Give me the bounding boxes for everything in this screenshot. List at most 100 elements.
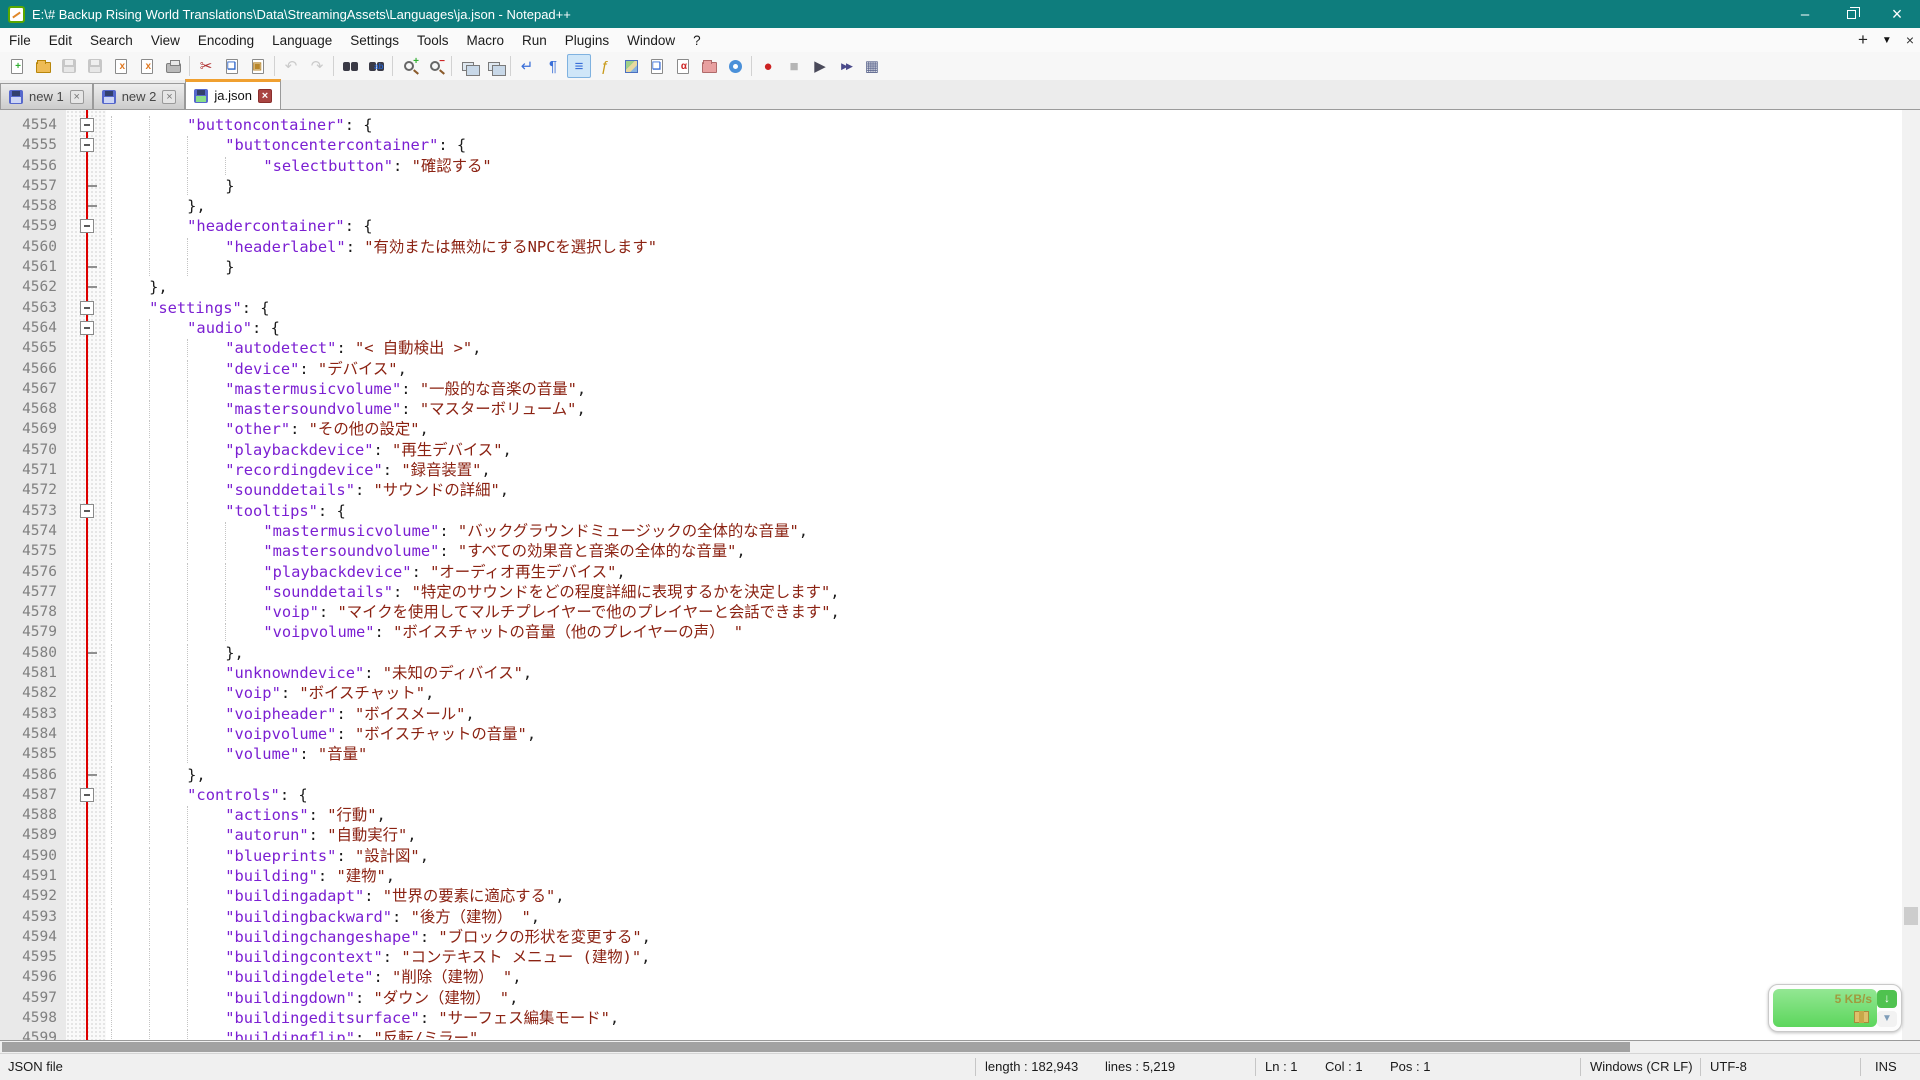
code-line[interactable]: } xyxy=(111,257,1902,277)
menu-view[interactable]: View xyxy=(142,28,189,52)
horizontal-scrollbar[interactable] xyxy=(0,1040,1920,1053)
menu-macro[interactable]: Macro xyxy=(458,28,514,52)
code-line[interactable]: "voipheader": "ボイスメール", xyxy=(111,704,1902,724)
menu-help[interactable]: ? xyxy=(684,28,710,52)
show-indent-guide-button[interactable]: ≡ xyxy=(567,54,591,78)
document-map-button[interactable] xyxy=(619,54,643,78)
open-file-button[interactable] xyxy=(31,54,55,78)
code-line[interactable]: "headerlabel": "有効または無効にするNPCを選択します" xyxy=(111,237,1902,257)
tab-close-icon[interactable]: × xyxy=(70,90,84,104)
menu-file[interactable]: File xyxy=(0,28,40,52)
code-line[interactable]: }, xyxy=(111,765,1902,785)
code-line[interactable]: "buttoncentercontainer": { xyxy=(111,135,1902,155)
menu-run[interactable]: Run xyxy=(513,28,556,52)
code-line[interactable]: "controls": { xyxy=(111,785,1902,805)
tab-list-dropdown-icon[interactable]: ▼ xyxy=(1882,35,1892,46)
save-button[interactable] xyxy=(57,54,81,78)
tab-close-icon[interactable]: × xyxy=(162,90,176,104)
code-line[interactable]: "recordingdevice": "録音装置", xyxy=(111,460,1902,480)
fold-collapse-box[interactable] xyxy=(80,138,94,152)
fold-margin[interactable] xyxy=(66,110,106,1040)
folder-as-workspace-button[interactable] xyxy=(697,54,721,78)
fold-collapse-box[interactable] xyxy=(80,301,94,315)
monitoring-button[interactable] xyxy=(723,54,747,78)
code-line[interactable]: "building": "建物", xyxy=(111,866,1902,886)
function-completion-button[interactable]: α xyxy=(671,54,695,78)
code-line[interactable]: "autodetect": "< 自動検出 >", xyxy=(111,338,1902,358)
code-line[interactable]: "autorun": "自動実行", xyxy=(111,825,1902,845)
macro-stop-button[interactable]: ■ xyxy=(782,54,806,78)
code-line[interactable]: "audio": { xyxy=(111,318,1902,338)
code-content[interactable]: "buttoncontainer": { "buttoncentercontai… xyxy=(106,110,1902,1040)
close-button[interactable]: x xyxy=(109,54,133,78)
code-line[interactable]: "buildingbackward": "後方（建物） ", xyxy=(111,907,1902,927)
sync-vertical-scroll-button[interactable] xyxy=(456,54,480,78)
code-line[interactable]: "mastersoundvolume": "マスターボリューム", xyxy=(111,399,1902,419)
print-button[interactable] xyxy=(161,54,185,78)
code-line[interactable]: "mastermusicvolume": "バックグラウンドミュージックの全体的… xyxy=(111,521,1902,541)
close-tab-button[interactable]: × xyxy=(1906,32,1914,48)
tab-new-1[interactable]: new 1× xyxy=(0,83,93,109)
code-line[interactable]: "playbackdevice": "再生デバイス", xyxy=(111,440,1902,460)
code-line[interactable]: "buildingdelete": "削除（建物） ", xyxy=(111,967,1902,987)
code-line[interactable]: "buildingdown": "ダウン（建物） ", xyxy=(111,988,1902,1008)
code-line[interactable]: "device": "デバイス", xyxy=(111,359,1902,379)
code-line[interactable]: "other": "その他の設定", xyxy=(111,419,1902,439)
code-line[interactable]: "actions": "行動", xyxy=(111,805,1902,825)
fold-collapse-box[interactable] xyxy=(80,504,94,518)
menu-window[interactable]: Window xyxy=(618,28,684,52)
dropdown-arrow-icon[interactable]: ▼ xyxy=(1877,1011,1897,1027)
zoom-in-button[interactable]: + xyxy=(397,54,421,78)
cut-button[interactable]: ✂ xyxy=(194,54,218,78)
code-line[interactable]: }, xyxy=(111,196,1902,216)
code-line[interactable]: "voip": "マイクを使用してマルチプレイヤーで他のプレイヤーと会話できます… xyxy=(111,602,1902,622)
code-line[interactable]: "playbackdevice": "オーディオ再生デバイス", xyxy=(111,562,1902,582)
code-line[interactable]: "buildingeditsurface": "サーフェス編集モード", xyxy=(111,1008,1902,1028)
sync-horizontal-scroll-button[interactable] xyxy=(482,54,506,78)
redo-button[interactable]: ↷ xyxy=(305,54,329,78)
code-line[interactable]: "blueprints": "設計図", xyxy=(111,846,1902,866)
code-line[interactable]: "unknowndevice": "未知のディバイス", xyxy=(111,663,1902,683)
code-line[interactable]: "voipvolume": "ボイスチャットの音量（他のプレイヤーの声） " xyxy=(111,622,1902,642)
editor-area[interactable]: 4554455545564557455845594560456145624563… xyxy=(0,110,1920,1040)
code-line[interactable]: }, xyxy=(111,643,1902,663)
menu-language[interactable]: Language xyxy=(263,28,341,52)
minimize-button[interactable]: – xyxy=(1782,0,1828,28)
save-all-button[interactable] xyxy=(83,54,107,78)
code-line[interactable]: "sounddetails": "サウンドの詳細", xyxy=(111,480,1902,500)
show-all-characters-button[interactable]: ¶ xyxy=(541,54,565,78)
code-line[interactable]: }, xyxy=(111,277,1902,297)
code-line[interactable]: "headercontainer": { xyxy=(111,216,1902,236)
code-line[interactable]: "voipvolume": "ボイスチャットの音量", xyxy=(111,724,1902,744)
menu-plugins[interactable]: Plugins xyxy=(556,28,618,52)
code-line[interactable]: "selectbutton": "確認する" xyxy=(111,156,1902,176)
fold-collapse-box[interactable] xyxy=(80,788,94,802)
horizontal-scrollbar-thumb[interactable] xyxy=(2,1042,1630,1052)
paste-button[interactable]: ▣ xyxy=(246,54,270,78)
network-speed-widget[interactable]: 5 KB/s ↓ ▼ xyxy=(1768,984,1902,1032)
code-line[interactable]: } xyxy=(111,176,1902,196)
code-line[interactable]: "buildingadapt": "世界の要素に適応する", xyxy=(111,886,1902,906)
copy-button[interactable]: ❏ xyxy=(220,54,244,78)
download-arrow-icon[interactable]: ↓ xyxy=(1877,990,1897,1008)
tab-new-2[interactable]: new 2× xyxy=(93,83,186,109)
menu-tools[interactable]: Tools xyxy=(408,28,458,52)
vertical-scrollbar[interactable] xyxy=(1902,110,1920,1040)
code-line[interactable]: "buildingchangeshape": "ブロックの形状を変更する", xyxy=(111,927,1902,947)
zoom-out-button[interactable]: − xyxy=(423,54,447,78)
menu-search[interactable]: Search xyxy=(81,28,142,52)
code-line[interactable]: "mastersoundvolume": "すべての効果音と音楽の全体的な音量"… xyxy=(111,541,1902,561)
macro-save-button[interactable]: ▦ xyxy=(860,54,884,78)
code-line[interactable]: "buildingflip": "反転/ミラー" xyxy=(111,1028,1902,1040)
tab-close-icon[interactable]: × xyxy=(258,89,272,103)
macro-play-button[interactable]: ▶ xyxy=(808,54,832,78)
new-file-button[interactable]: + xyxy=(5,54,29,78)
menu-edit[interactable]: Edit xyxy=(40,28,81,52)
code-line[interactable]: "volume": "音量" xyxy=(111,744,1902,764)
code-line[interactable]: "sounddetails": "特定のサウンドをどの程度詳細に表現するかを決定… xyxy=(111,582,1902,602)
fold-collapse-box[interactable] xyxy=(80,219,94,233)
document-list-button[interactable]: ❏ xyxy=(645,54,669,78)
menu-encoding[interactable]: Encoding xyxy=(189,28,263,52)
function-list-button[interactable]: ƒ xyxy=(593,54,617,78)
find-button[interactable] xyxy=(338,54,362,78)
